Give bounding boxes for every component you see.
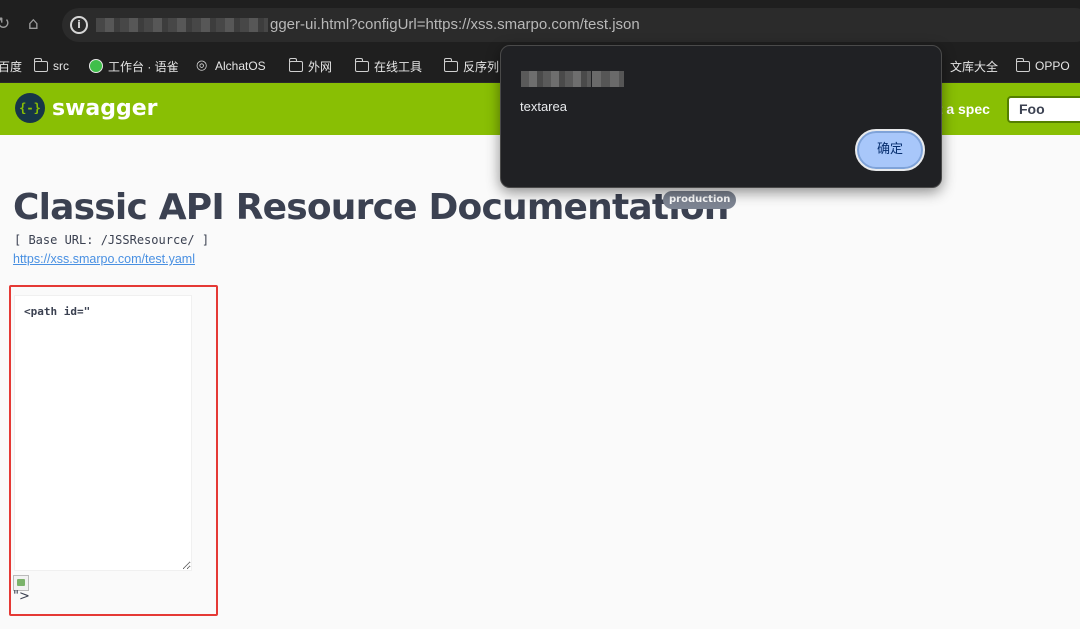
swagger-logo-text[interactable]: swagger: [52, 97, 158, 121]
version-badge: production: [663, 191, 737, 209]
address-bar[interactable]: i gger-ui.html?configUrl=https://xss.sma…: [62, 8, 1080, 42]
bookmark-label: 在线工具: [374, 59, 423, 74]
dialog-message: textarea: [520, 99, 567, 114]
bookmark-label: 反序列: [463, 59, 500, 74]
browser-toolbar: ↻ ⌂ i gger-ui.html?configUrl=https://xss…: [0, 0, 1080, 50]
bookmark-label: OPPO: [1035, 59, 1070, 73]
spec-url-link[interactable]: https://xss.smarpo.com/test.yaml: [13, 252, 195, 267]
bookmark-oppo[interactable]: OPPO: [1015, 57, 1070, 75]
ok-button[interactable]: 确定: [855, 129, 925, 171]
leaf-icon: [89, 59, 103, 73]
folder-icon: [1015, 57, 1030, 72]
bookmark-yuque[interactable]: 工作台 · 语雀: [89, 57, 179, 75]
injected-textarea[interactable]: <path id=": [14, 295, 192, 571]
bookmark-label: 百度: [0, 59, 23, 74]
url-redacted-segment: [96, 18, 268, 32]
bookmark-baidu[interactable]: 百度: [0, 57, 22, 75]
base-url: [ Base URL: /JSSResource/ ]: [14, 233, 210, 247]
site-info-icon[interactable]: i: [70, 16, 88, 34]
folder-icon: [354, 57, 369, 72]
dialog-origin-redacted-2: [592, 71, 624, 87]
url-text[interactable]: gger-ui.html?configUrl=https://xss.smarp…: [270, 16, 640, 34]
bookmark-waiwang[interactable]: 外网: [288, 57, 333, 75]
spec-select[interactable]: Foo: [1007, 96, 1080, 123]
bookmark-src[interactable]: src: [33, 57, 69, 75]
swagger-logo-icon[interactable]: {-}: [15, 93, 45, 123]
api-title: Classic API Resource Documentation: [13, 187, 729, 228]
bookmark-deserialize[interactable]: 反序列: [443, 57, 500, 75]
bookmark-wenku[interactable]: 文库大全: [950, 57, 998, 75]
bookmark-alchatos[interactable]: ◎ AlchatOS: [196, 57, 266, 75]
bookmark-label: 外网: [308, 59, 333, 74]
browser-window: ↻ ⌂ i gger-ui.html?configUrl=https://xss…: [0, 0, 1080, 629]
bookmark-label: 工作台 · 语雀: [108, 59, 179, 74]
folder-icon: [443, 57, 458, 72]
reload-icon[interactable]: ↻: [0, 14, 10, 34]
bookmark-online-tools[interactable]: 在线工具: [354, 57, 423, 75]
globe-icon: ◎: [196, 58, 208, 73]
bookmark-label: 文库大全: [950, 59, 999, 74]
folder-icon: [288, 57, 303, 72]
folder-icon: [33, 57, 48, 72]
bookmark-label: src: [53, 59, 69, 73]
home-icon[interactable]: ⌂: [28, 14, 39, 34]
bookmark-label: AlchatOS: [215, 59, 266, 73]
injected-trailing-text: ">: [13, 589, 30, 604]
